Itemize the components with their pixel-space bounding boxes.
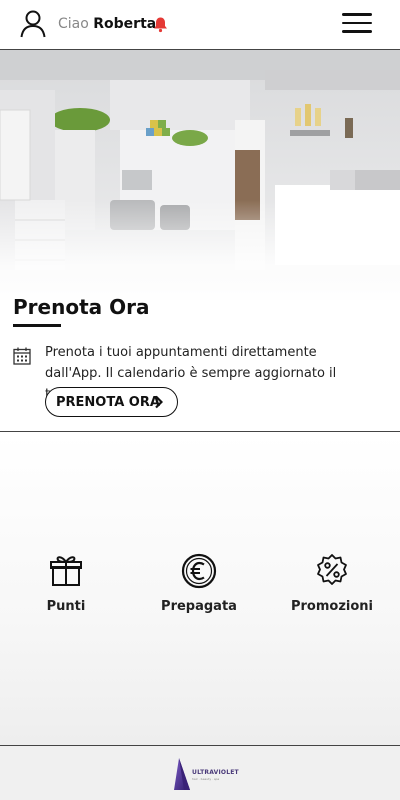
features-section: Punti Prepagata Promozioni bbox=[0, 433, 400, 745]
hamburger-menu-button[interactable] bbox=[342, 13, 372, 35]
discount-badge-icon bbox=[317, 554, 347, 585]
notification-bell-icon[interactable] bbox=[152, 16, 169, 33]
feature-promotions[interactable]: Promozioni bbox=[272, 553, 392, 614]
euro-coin-icon bbox=[181, 553, 217, 589]
app-header: Ciao Roberta bbox=[0, 0, 400, 50]
menu-line bbox=[342, 13, 372, 16]
menu-line bbox=[342, 21, 372, 24]
chevron-right-icon bbox=[155, 395, 163, 409]
calendar-icon bbox=[13, 347, 31, 365]
user-name: Roberta bbox=[93, 16, 157, 32]
user-profile-icon[interactable] bbox=[20, 10, 46, 38]
greeting-text: Ciao bbox=[58, 16, 89, 32]
booking-hero-section: Prenota Ora Prenota i tuoi appuntamenti … bbox=[0, 50, 400, 432]
hero-title-underline bbox=[13, 324, 61, 327]
book-now-label: PRENOTA ORA bbox=[56, 394, 160, 410]
logo-text: ULTRAVIOLET bbox=[192, 769, 239, 776]
user-greeting: Ciao Roberta bbox=[58, 16, 156, 32]
hero-title: Prenota Ora bbox=[13, 295, 150, 319]
feature-label: Punti bbox=[46, 599, 86, 614]
menu-line bbox=[342, 30, 372, 33]
gift-icon bbox=[50, 556, 82, 586]
book-now-button[interactable]: PRENOTA ORA bbox=[45, 387, 178, 417]
feature-label: Prepagata bbox=[161, 599, 237, 614]
hero-image-fade bbox=[0, 200, 400, 310]
feature-prepaid[interactable]: Prepagata bbox=[139, 553, 259, 614]
feature-label: Promozioni bbox=[290, 599, 373, 614]
feature-points[interactable]: Punti bbox=[6, 553, 126, 614]
app-footer: ULTRAVIOLET hair · beauty · spa bbox=[0, 745, 400, 800]
logo-subtext: hair · beauty · spa bbox=[192, 777, 220, 781]
